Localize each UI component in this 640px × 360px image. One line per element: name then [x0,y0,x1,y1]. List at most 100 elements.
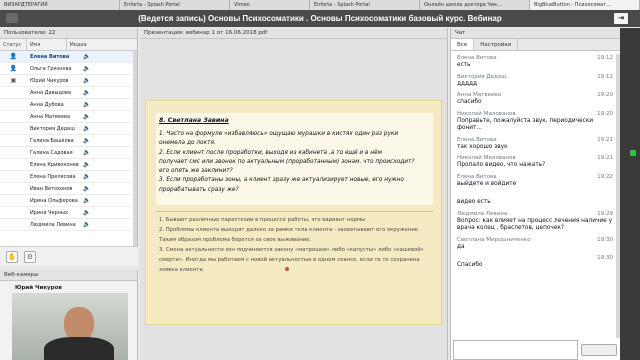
tab-all[interactable]: Все [451,39,475,50]
chat-message-header: 19:30 [457,254,613,262]
speaker-icon[interactable]: 🔈 [79,209,129,216]
user-row[interactable]: ▣ Юрий Чикуров 🔈 [0,75,137,87]
browser-tab-active[interactable]: BigBlueButton - Психосомат… [530,0,640,10]
slide-title: 8. Светлана Завина [159,117,229,124]
chat-messages: Елена Витова 19:12 есть Виктория Дедеш 19:12… [451,54,617,350]
presentation-header: Презентация: вебинар 1 от 16.06.2018.pdf [140,28,447,39]
chat-tabs: Все Настройки [451,39,621,51]
user-row[interactable]: Ирина Ольферова 🔈 [0,195,137,207]
user-name: Елена Витова [30,53,70,60]
chat-time: 19:12 [597,55,613,61]
user-row[interactable]: Ирина Черных 🔈 [0,207,137,219]
speaker-icon[interactable]: 🔈 [79,113,129,120]
column-name[interactable]: Имя [27,39,67,50]
speaker-icon[interactable]: 🔈 [79,101,129,108]
chat-sender: Людмила Левина [457,210,508,217]
speaker-icon[interactable]: 🔈 [79,185,129,192]
speaker-icon[interactable]: 🔈 [79,89,129,96]
user-row[interactable]: Анна Матвеева 🔈 [0,111,137,123]
user-name: Анна Дубова [30,101,64,108]
chat-text: Спасибо [457,262,483,268]
chat-text: ддддд [457,80,478,87]
user-row[interactable]: Анна Давыдова 🔈 [0,87,137,99]
chat-sender: Елена Витова [457,136,497,143]
chat-message-header: Николай Милованов 19:20 [457,110,613,118]
user-row[interactable]: 👤 Ольга Грязнова 🔈 [0,63,137,75]
browser-tab-strip: ВИЗАРДТЕРАГИЯ Enforta - Splash Portal Vi… [0,0,640,10]
speaker-icon[interactable]: 🔈 [79,65,129,72]
chat-text: спасибо [457,99,482,105]
user-row[interactable]: Виктория Дедеш 🔈 [0,123,137,135]
speaker-icon[interactable]: 🔈 [79,149,129,156]
tab-settings[interactable]: Настройки [474,39,519,50]
status-indicator-icon [630,150,636,156]
chat-panel: Чат Все Настройки Елена Витова 19:12 есть В… [450,28,621,360]
chat-message: Светлана Мирошниченко 19:30 да [451,236,617,255]
browser-tab[interactable]: ВИЗАРДТЕРАГИЯ [0,0,120,10]
chat-message-header [457,191,613,199]
send-button[interactable] [581,344,617,356]
user-name: Ольга Грязнова [30,65,72,72]
speaker-icon[interactable]: 🔈 [79,197,129,204]
speaker-icon[interactable]: 🔈 [79,221,129,228]
webcams-header: Веб-камеры [0,270,137,281]
user-row[interactable]: Людмила Левина 🔈 [0,219,137,231]
users-toolbar: ✋ ⚙ [0,246,138,266]
presentation-slide[interactable]: 8. Светлана Завина 1. Часто на формуле «… [145,100,442,325]
chat-text: Поправьте, пожалуйста звук, периодически… [457,117,594,132]
raise-hand-icon[interactable]: ✋ [6,251,18,263]
user-row[interactable]: Галина Башкова 🔈 [0,135,137,147]
column-media[interactable]: Медиа [67,39,137,50]
chat-sender: Николай Милованов [457,110,516,117]
webcam-video[interactable] [12,293,128,360]
browser-tab[interactable]: Онлайн школа доктора Чик… [420,0,530,10]
users-list: 👤 Елена Витова 🔈 👤 Ольга Грязнова 🔈 ▣ Юрий Чику… [0,51,137,231]
browser-tab[interactable]: Enforta - Splash Portal [120,0,230,10]
chat-time: 19:12 [597,73,613,80]
chat-sender: Елена Витова [457,173,497,180]
chat-time: 19:20 [597,110,613,117]
user-row[interactable]: Елена Прелясова 🔈 [0,171,137,183]
browser-tab[interactable]: Vimeo [230,0,310,10]
chat-message-header: Елена Витова 19:21 [457,136,613,144]
chat-message: Виктория Дедеш 19:12 ддддд [451,73,617,92]
user-name: Галина Башкова [30,137,74,144]
user-name: Елена Прелясова [30,173,76,180]
speaker-icon[interactable]: 🔈 [79,53,129,60]
layout-icon[interactable] [6,13,18,23]
speaker-icon[interactable]: 🔈 [79,173,129,180]
chat-message: Николай Милованов 19:21 Пропало видео, что… [451,154,617,173]
gear-icon[interactable]: ⚙ [24,251,36,263]
user-name: Юрий Чикуров [30,77,69,84]
user-row[interactable]: 👤 Елена Витова 🔈 [0,51,137,63]
chat-input[interactable] [453,340,578,360]
chat-message-header: Елена Витова 19:12 [457,54,613,62]
chat-message-header: Елена Витова 19:22 [457,173,613,181]
slide-answer-line: 1. Бывают различные парестезии в процесс… [159,217,366,223]
webcam-username: Юрий Чикуров [15,285,62,291]
user-name: Иван Ветохонов [30,185,73,192]
meeting-titlebar: (Ведется запись) Основы Психосоматики . … [0,10,640,27]
chat-message-header: Виктория Дедеш 19:12 [457,73,613,81]
slide-answer-line: 3. Смена актуальности зон подчиняется за… [159,247,424,253]
speaker-icon[interactable]: 🔈 [79,125,129,132]
chat-message-header: Анна Матвеева 19:20 [457,91,613,99]
chat-time: 19:22 [597,173,613,180]
person-icon: 👤 [9,53,18,60]
chat-message: Елена Витова 19:21 так хорошо звук [451,136,617,155]
speaker-icon[interactable]: 🔈 [79,77,129,84]
speaker-icon[interactable]: 🔈 [79,161,129,168]
user-name: Анна Матвеева [30,113,71,120]
user-row[interactable]: Иван Ветохонов 🔈 [0,183,137,195]
speaker-icon[interactable]: 🔈 [79,137,129,144]
chat-sender: Виктория Дедеш [457,73,507,80]
column-status[interactable]: Статус [0,39,27,50]
user-row[interactable]: Елена Кривоконева 🔈 [0,159,137,171]
user-row[interactable]: Анна Дубова 🔈 [0,99,137,111]
browser-tab[interactable]: Enforta - Splash Portal [310,0,420,10]
logout-icon[interactable]: ⇥ [614,13,628,24]
user-row[interactable]: Галина Садовая 🔈 [0,147,137,159]
side-strip [620,28,640,360]
users-scrollbar[interactable] [133,51,137,246]
chat-message: Елена Витова 19:12 есть [451,54,617,73]
